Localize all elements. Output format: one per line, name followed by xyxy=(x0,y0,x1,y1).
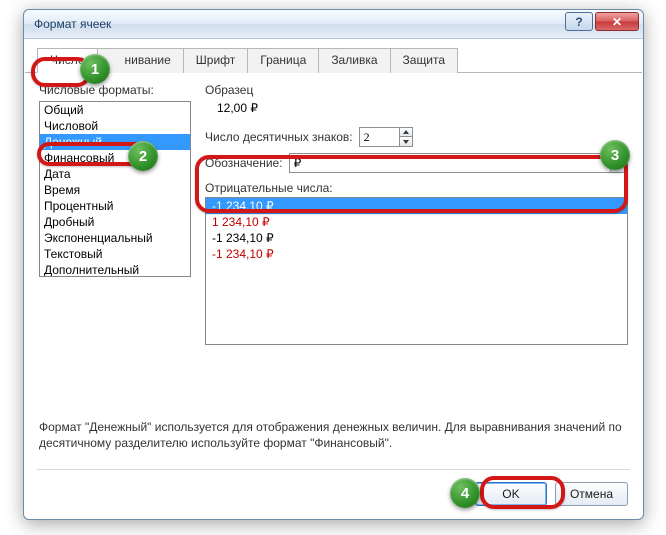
badge-3: 3 xyxy=(600,140,630,170)
negatives-listbox[interactable]: -1 234,10 ₽1 234,10 ₽-1 234,10 ₽-1 234,1… xyxy=(205,197,628,345)
window-title: Формат ячеек xyxy=(34,17,111,31)
decimals-spinner[interactable] xyxy=(359,127,413,147)
help-button[interactable]: ? xyxy=(565,12,593,31)
tab-protection[interactable]: Защита xyxy=(390,48,459,73)
negatives-label: Отрицательные числа: xyxy=(205,181,628,195)
close-button[interactable]: ✕ xyxy=(595,12,639,31)
decimals-label: Число десятичных знаков: xyxy=(205,130,353,144)
cancel-button[interactable]: Отмена xyxy=(555,482,628,506)
format-list-item[interactable]: Текстовый xyxy=(40,246,190,262)
negative-list-item[interactable]: -1 234,10 ₽ xyxy=(206,230,627,246)
tab-strip: Число нивание Шрифт Граница Заливка Защи… xyxy=(25,39,642,73)
format-list-item[interactable]: Дробный xyxy=(40,214,190,230)
titlebar[interactable]: Формат ячеек ? ✕ xyxy=(24,10,643,39)
tab-border[interactable]: Граница xyxy=(247,48,319,73)
negative-list-item[interactable]: -1 234,10 ₽ xyxy=(206,246,627,262)
format-list-item[interactable]: Экспоненциальный xyxy=(40,230,190,246)
sample-label: Образец xyxy=(205,83,628,97)
badge-1: 1 xyxy=(80,54,110,84)
format-description: Формат "Денежный" используется для отобр… xyxy=(39,419,628,451)
format-list-item[interactable]: Денежный xyxy=(40,134,190,150)
ok-button[interactable]: OK xyxy=(475,482,547,506)
badge-2: 2 xyxy=(128,141,158,171)
format-listbox[interactable]: ОбщийЧисловойДенежныйФинансовыйДатаВремя… xyxy=(39,101,191,277)
decimals-input[interactable] xyxy=(359,127,399,147)
symbol-input[interactable] xyxy=(289,153,628,173)
spin-down[interactable] xyxy=(399,137,413,147)
footer-buttons: OK Отмена xyxy=(475,482,628,506)
symbol-combo[interactable] xyxy=(289,153,628,173)
badge-4: 4 xyxy=(450,478,480,508)
format-cells-dialog: Формат ячеек ? ✕ Число нивание Шрифт Гра… xyxy=(23,9,644,520)
tab-fill[interactable]: Заливка xyxy=(318,48,390,73)
format-list-item[interactable]: Процентный xyxy=(40,198,190,214)
format-list-item[interactable]: Финансовый xyxy=(40,150,190,166)
format-list-item[interactable]: Время xyxy=(40,182,190,198)
right-pane: Образец 12,00 ₽ Число десятичных знаков:… xyxy=(205,83,628,345)
format-list-item[interactable]: Дополнительный xyxy=(40,262,190,277)
spin-up[interactable] xyxy=(399,127,413,137)
negative-list-item[interactable]: 1 234,10 ₽ xyxy=(206,214,627,230)
tab-content: Числовые форматы: ОбщийЧисловойДенежныйФ… xyxy=(25,73,642,467)
negative-list-item[interactable]: -1 234,10 ₽ xyxy=(206,198,627,214)
format-list-item[interactable]: Общий xyxy=(40,102,190,118)
symbol-label: Обозначение: xyxy=(205,156,283,170)
sample-value: 12,00 ₽ xyxy=(205,97,628,121)
format-list-item[interactable]: Дата xyxy=(40,166,190,182)
tab-font[interactable]: Шрифт xyxy=(183,48,248,73)
format-list-item[interactable]: Числовой xyxy=(40,118,190,134)
client-area: Число нивание Шрифт Граница Заливка Защи… xyxy=(25,39,642,518)
divider xyxy=(37,469,630,470)
